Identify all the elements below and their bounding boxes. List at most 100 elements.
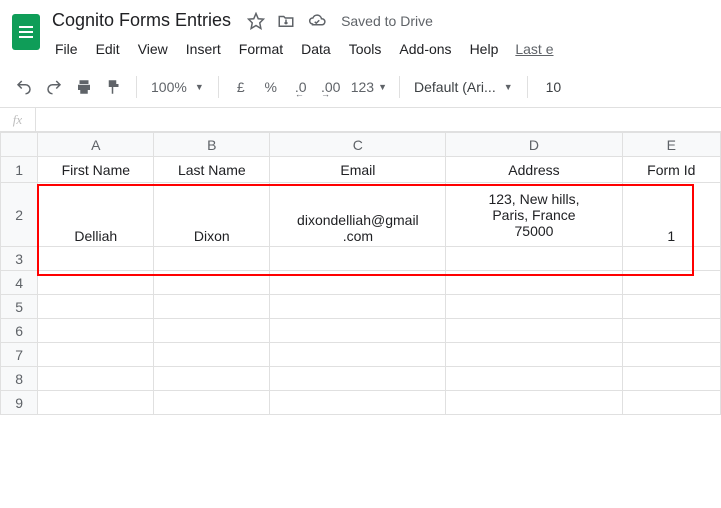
cell[interactable] [154, 271, 270, 295]
last-edit-link[interactable]: Last e [515, 37, 553, 61]
select-all-corner[interactable] [1, 133, 38, 157]
paint-format-button[interactable] [100, 73, 128, 101]
decrease-decimal-button[interactable]: .0← [287, 73, 315, 101]
cell[interactable]: Form Id [622, 157, 720, 183]
cell[interactable] [270, 271, 446, 295]
col-header-B[interactable]: B [154, 133, 270, 157]
cell[interactable]: 123, New hills, Paris, France 75000 [446, 183, 622, 247]
sheets-logo [12, 14, 40, 50]
menu-data[interactable]: Data [294, 37, 338, 61]
cell[interactable] [154, 367, 270, 391]
cell[interactable] [38, 295, 154, 319]
cell[interactable] [446, 271, 622, 295]
separator [136, 76, 137, 98]
cell[interactable] [38, 319, 154, 343]
cell[interactable]: 1 [622, 183, 720, 247]
cell[interactable] [38, 367, 154, 391]
cell[interactable] [38, 391, 154, 415]
zoom-select[interactable]: 100%▼ [145, 79, 210, 95]
cell[interactable] [270, 391, 446, 415]
cell[interactable]: Last Name [154, 157, 270, 183]
cell[interactable] [270, 367, 446, 391]
table-row: 1 First Name Last Name Email Address For… [1, 157, 721, 183]
cell[interactable] [622, 271, 720, 295]
percent-button[interactable]: % [257, 73, 285, 101]
cell[interactable] [154, 247, 270, 271]
menu-edit[interactable]: Edit [89, 37, 127, 61]
cell[interactable] [270, 295, 446, 319]
cell[interactable] [446, 295, 622, 319]
cell[interactable] [38, 343, 154, 367]
cell[interactable] [446, 247, 622, 271]
cell[interactable] [270, 319, 446, 343]
formula-input[interactable] [36, 108, 721, 131]
cell[interactable] [38, 271, 154, 295]
increase-decimal-button[interactable]: .00→ [317, 73, 345, 101]
cell[interactable] [622, 295, 720, 319]
col-header-C[interactable]: C [270, 133, 446, 157]
cell[interactable] [622, 391, 720, 415]
move-icon[interactable] [277, 12, 295, 30]
cell[interactable]: Dixon [154, 183, 270, 247]
doc-title[interactable]: Cognito Forms Entries [48, 8, 235, 33]
redo-button[interactable] [40, 73, 68, 101]
cell[interactable] [622, 367, 720, 391]
number-format-button[interactable]: 123▼ [347, 73, 391, 101]
font-select[interactable]: Default (Ari...▼ [408, 79, 519, 95]
menu-insert[interactable]: Insert [179, 37, 228, 61]
table-row: 7 [1, 343, 721, 367]
cell[interactable] [154, 319, 270, 343]
menu-tools[interactable]: Tools [342, 37, 389, 61]
row-header-7[interactable]: 7 [1, 343, 38, 367]
spreadsheet-grid: A B C D E 1 First Name Last Name Email A… [0, 132, 721, 415]
cell[interactable] [622, 343, 720, 367]
col-header-D[interactable]: D [446, 133, 622, 157]
menu-file[interactable]: File [48, 37, 85, 61]
col-header-E[interactable]: E [622, 133, 720, 157]
cloud-saved-icon[interactable] [307, 12, 327, 30]
table-row: 6 [1, 319, 721, 343]
star-icon[interactable] [247, 12, 265, 30]
cell[interactable] [622, 319, 720, 343]
print-button[interactable] [70, 73, 98, 101]
table-row: 8 [1, 367, 721, 391]
font-size-select[interactable]: 10 [536, 79, 572, 95]
cell[interactable]: First Name [38, 157, 154, 183]
cell[interactable] [622, 247, 720, 271]
cell[interactable] [446, 319, 622, 343]
table-row: 9 [1, 391, 721, 415]
row-header-1[interactable]: 1 [1, 157, 38, 183]
cell[interactable] [154, 295, 270, 319]
cell[interactable] [446, 343, 622, 367]
menu-addons[interactable]: Add-ons [392, 37, 458, 61]
row-header-4[interactable]: 4 [1, 271, 38, 295]
cell[interactable]: Address [446, 157, 622, 183]
row-header-6[interactable]: 6 [1, 319, 38, 343]
undo-button[interactable] [10, 73, 38, 101]
cell[interactable] [446, 391, 622, 415]
separator [527, 76, 528, 98]
menu-view[interactable]: View [131, 37, 175, 61]
row-header-2[interactable]: 2 [1, 183, 38, 247]
cell[interactable] [154, 343, 270, 367]
save-status: Saved to Drive [341, 13, 433, 29]
menu-format[interactable]: Format [232, 37, 290, 61]
cell[interactable] [38, 247, 154, 271]
cell[interactable]: Delliah [38, 183, 154, 247]
col-header-A[interactable]: A [38, 133, 154, 157]
row-header-9[interactable]: 9 [1, 391, 38, 415]
row-header-8[interactable]: 8 [1, 367, 38, 391]
currency-button[interactable]: £ [227, 73, 255, 101]
cell[interactable] [270, 343, 446, 367]
menu-help[interactable]: Help [463, 37, 506, 61]
chevron-down-icon: ▼ [195, 82, 204, 92]
cell[interactable] [154, 391, 270, 415]
formula-bar: fx [0, 108, 721, 132]
row-header-3[interactable]: 3 [1, 247, 38, 271]
cell[interactable]: dixondelliah@gmail .com [270, 183, 446, 247]
cell[interactable] [270, 247, 446, 271]
toolbar: 100%▼ £ % .0← .00→ 123▼ Default (Ari...▼… [0, 67, 721, 108]
cell[interactable] [446, 367, 622, 391]
row-header-5[interactable]: 5 [1, 295, 38, 319]
cell[interactable]: Email [270, 157, 446, 183]
